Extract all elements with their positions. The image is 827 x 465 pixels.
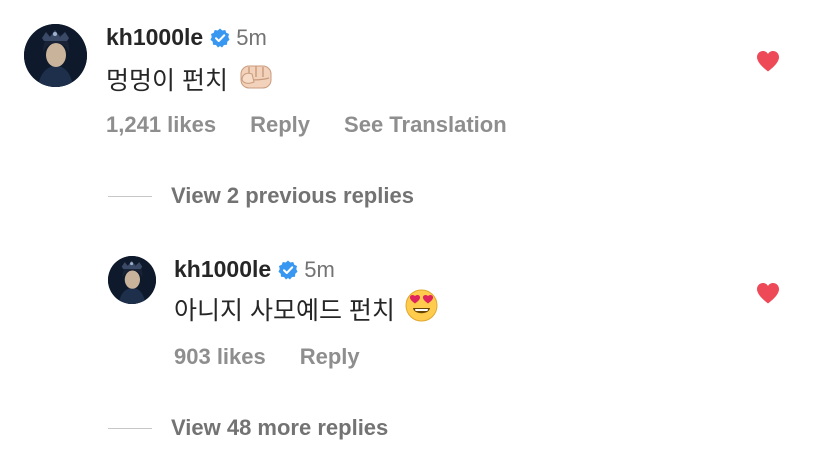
comment-text-content: 아니지 사모예드 펀치 (174, 297, 395, 325)
divider-line (108, 427, 152, 429)
verified-badge-icon (210, 28, 230, 47)
likes-count[interactable]: 1,241 likes (106, 112, 216, 138)
heart-icon[interactable] (756, 282, 780, 304)
divider-line (108, 195, 152, 197)
comment-text-content: 멍멍이 펀치 (106, 67, 228, 95)
comment-header: kh1000le 5m (106, 24, 267, 51)
view-more-replies-label[interactable]: View 48 more replies (171, 415, 388, 441)
heart-icon[interactable] (756, 50, 780, 72)
comment-text: 아니지 사모예드 펀치 (174, 289, 438, 329)
comment-actions: 903 likes Reply (174, 344, 360, 370)
fist-emoji-icon (238, 60, 274, 99)
reply-button[interactable]: Reply (250, 112, 310, 138)
view-previous-replies-button[interactable]: View 2 previous replies (108, 183, 414, 209)
username[interactable]: kh1000le (106, 24, 203, 51)
username[interactable]: kh1000le (174, 256, 271, 283)
likes-count[interactable]: 903 likes (174, 344, 266, 370)
avatar[interactable] (24, 24, 87, 87)
see-translation-button[interactable]: See Translation (344, 112, 507, 138)
reply-button[interactable]: Reply (300, 344, 360, 370)
heart-eyes-emoji-icon (405, 289, 438, 329)
view-more-replies-button[interactable]: View 48 more replies (108, 415, 388, 441)
view-previous-replies-label[interactable]: View 2 previous replies (171, 183, 414, 209)
comment-header: kh1000le 5m (174, 256, 335, 283)
timestamp: 5m (304, 256, 335, 282)
comment-actions: 1,241 likes Reply See Translation (106, 112, 507, 138)
timestamp: 5m (236, 24, 267, 50)
verified-badge-icon (278, 260, 298, 279)
comment-text: 멍멍이 펀치 (106, 62, 274, 96)
avatar[interactable] (108, 256, 156, 304)
